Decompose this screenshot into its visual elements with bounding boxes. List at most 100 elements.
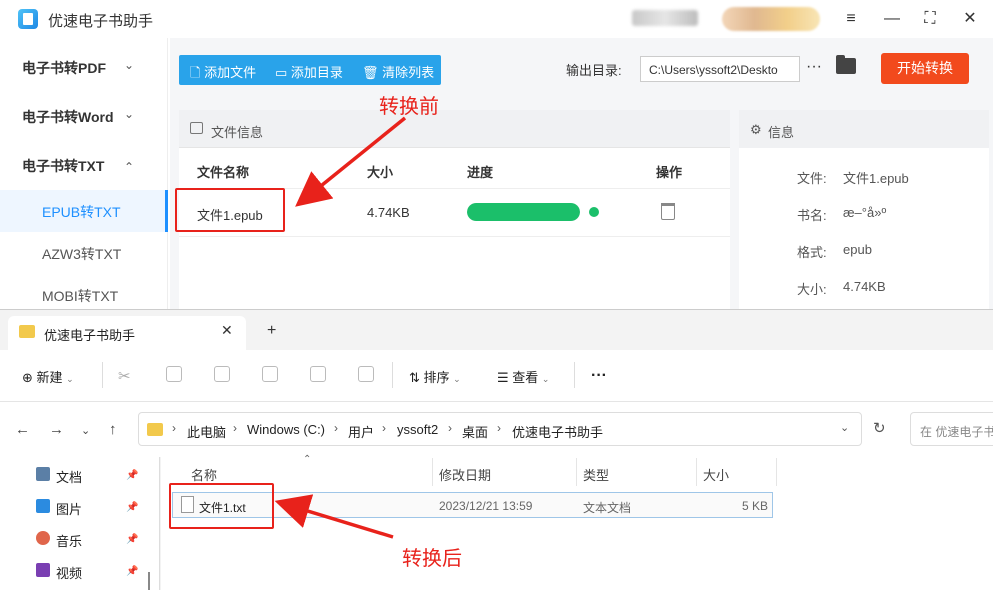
view-button[interactable]: ☰ 查看 ⌄ <box>497 367 549 386</box>
chevron-down-icon[interactable]: ⌄ <box>124 58 134 72</box>
rename-icon[interactable] <box>262 366 278 382</box>
search-input[interactable]: 在 优速电子书助手 <box>910 412 993 446</box>
scrollbar[interactable] <box>148 572 150 590</box>
sidebar-group-word[interactable]: 电子书转Word <box>22 107 114 127</box>
file-date: 2023/12/21 13:59 <box>439 499 533 513</box>
close-icon[interactable]: ✕ <box>959 8 981 30</box>
info-title: 信息 <box>768 125 795 140</box>
cut-icon[interactable]: ✂ <box>118 367 131 385</box>
close-tab-icon[interactable]: ✕ <box>221 322 233 339</box>
minimize-icon[interactable]: — <box>881 8 903 30</box>
breadcrumb-drive-c[interactable]: Windows (C:) <box>247 422 325 437</box>
col-header-date[interactable]: 修改日期 <box>439 465 491 484</box>
progress-fill <box>467 203 580 221</box>
blurred-vip-badge[interactable] <box>722 7 820 31</box>
sidebar-item-azw3-txt[interactable]: AZW3转TXT <box>42 244 121 264</box>
chevron-right-icon: › <box>233 421 237 435</box>
nav-item-videos[interactable]: 视频 <box>56 563 82 582</box>
add-file-label: 添加文件 <box>204 65 257 80</box>
pin-icon[interactable]: 📌 <box>126 502 138 513</box>
sidebar-group-txt[interactable]: 电子书转TXT <box>22 156 104 176</box>
sidebar-item-epub-txt[interactable]: EPUB转TXT <box>42 202 121 222</box>
back-arrow-icon[interactable]: ← <box>15 421 30 438</box>
more-options-icon[interactable]: ··· <box>806 58 822 76</box>
start-convert-button[interactable]: 开始转换 <box>881 53 969 84</box>
chevron-right-icon: › <box>334 421 338 435</box>
folder-icon <box>147 423 163 436</box>
paste-icon[interactable] <box>214 366 230 382</box>
more-options-icon[interactable]: ··· <box>591 367 607 385</box>
sidebar-item-mobi-txt[interactable]: MOBI转TXT <box>42 286 118 306</box>
progress-bar <box>467 203 580 221</box>
view-icon: ☰ <box>497 370 509 385</box>
breadcrumb-folder[interactable]: 优速电子书助手 <box>512 422 603 441</box>
col-header-name[interactable]: 名称 <box>191 465 217 484</box>
copy-icon[interactable] <box>166 366 182 382</box>
add-file-button[interactable]: 🗋 添加文件 <box>190 62 256 86</box>
clear-list-label: 清除列表 <box>382 65 435 80</box>
divider <box>179 236 730 237</box>
col-header-name: 文件名称 <box>197 165 250 180</box>
menu-icon[interactable]: ≡ <box>840 8 862 30</box>
share-icon[interactable] <box>310 366 326 382</box>
chevron-down-icon[interactable]: ⌄ <box>840 421 849 434</box>
nav-item-pictures[interactable]: 图片 <box>56 499 82 518</box>
info-value-format: epub <box>843 242 872 257</box>
divider <box>102 362 103 388</box>
video-icon <box>36 563 50 577</box>
add-dir-label: 添加目录 <box>290 65 343 80</box>
sort-button[interactable]: ⇅ 排序 ⌄ <box>409 367 461 386</box>
folder-icon <box>19 325 35 338</box>
pin-icon[interactable]: 📌 <box>126 470 138 481</box>
chevron-down-icon[interactable]: ⌄ <box>124 107 134 121</box>
divider <box>776 458 777 486</box>
breadcrumb-this-pc[interactable]: 此电脑 <box>187 422 226 441</box>
chevron-up-icon[interactable]: ⌃ <box>124 160 134 174</box>
add-dir-button[interactable]: ▭ 添加目录 <box>275 62 343 81</box>
document-icon <box>36 467 50 481</box>
nav-item-documents[interactable]: 文档 <box>56 467 82 486</box>
annotation-after-label: 转换后 <box>402 548 462 570</box>
delete-icon[interactable] <box>661 203 675 220</box>
trash-small-icon: 🗑 <box>362 65 379 80</box>
image-icon <box>190 122 203 134</box>
col-header-progress: 进度 <box>467 165 494 180</box>
sort-label: 排序 <box>423 370 450 385</box>
refresh-icon[interactable]: ↻ <box>873 419 886 437</box>
breadcrumb-users[interactable]: 用户 <box>348 422 374 441</box>
sidebar-group-pdf[interactable]: 电子书转PDF <box>22 58 106 78</box>
breadcrumb-desktop[interactable]: 桌面 <box>462 422 488 441</box>
maximize-icon[interactable]: ⛶ <box>919 8 941 30</box>
check-icon <box>589 207 599 217</box>
info-key-file: 文件: <box>797 171 827 186</box>
chevron-right-icon: › <box>382 421 386 435</box>
info-value-file: 文件1.epub <box>843 171 909 186</box>
new-tab-button[interactable]: + <box>267 322 276 340</box>
forward-arrow-icon[interactable]: → <box>49 421 64 438</box>
breadcrumb-yssoft2[interactable]: yssoft2 <box>397 422 438 437</box>
col-header-size[interactable]: 大小 <box>703 465 729 484</box>
chevron-right-icon: › <box>448 421 452 435</box>
output-dir-label: 输出目录: <box>566 63 622 78</box>
annotation-before-label: 转换前 <box>379 96 439 118</box>
pin-icon[interactable]: 📌 <box>126 534 138 545</box>
picture-icon <box>36 499 50 513</box>
new-button[interactable]: ⊕ 新建 ⌄ <box>22 367 74 386</box>
col-header-size: 大小 <box>367 165 394 180</box>
open-folder-icon[interactable] <box>836 55 856 74</box>
sort-icon: ⇅ <box>409 370 420 385</box>
view-label: 查看 <box>512 370 539 385</box>
clear-list-button[interactable]: 🗑 清除列表 <box>362 62 434 81</box>
output-dir-input[interactable]: C:\Users\yssoft2\Deskto <box>640 56 800 82</box>
col-header-type[interactable]: 类型 <box>583 465 609 484</box>
nav-item-music[interactable]: 音乐 <box>56 531 82 550</box>
recent-dropdown-icon[interactable]: ⌄ <box>81 424 90 437</box>
chevron-down-icon: ⌄ <box>453 374 461 384</box>
pin-icon[interactable]: 📌 <box>126 566 138 577</box>
delete-icon[interactable] <box>358 366 374 382</box>
divider <box>696 458 697 486</box>
up-arrow-icon[interactable]: ↑ <box>109 421 117 438</box>
gear-icon: ⚙ <box>750 122 762 137</box>
plus-circle-icon: ⊕ <box>22 370 33 385</box>
annotation-box-before <box>175 188 285 232</box>
